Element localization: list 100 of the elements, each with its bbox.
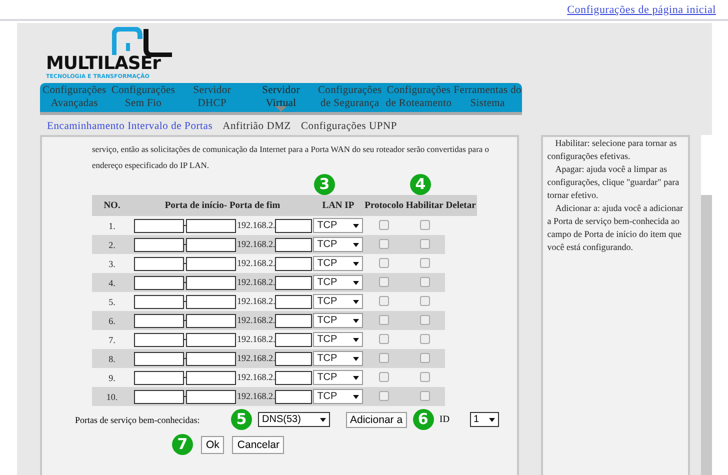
start-port-field[interactable] [134, 332, 184, 346]
enable-checkbox[interactable] [379, 352, 390, 362]
enable-checkbox[interactable] [379, 334, 390, 344]
nav-item[interactable]: Servidor DHCP [178, 83, 247, 115]
logo-icon [112, 27, 172, 57]
delete-checkbox[interactable] [420, 238, 430, 248]
nav-item[interactable]: Configurações de Segurança [315, 83, 384, 115]
end-port-field[interactable] [186, 370, 236, 384]
end-port-field[interactable] [186, 352, 236, 366]
row-number: 6. [92, 311, 132, 330]
ip-suffix-field[interactable] [275, 332, 312, 346]
row-number: 7. [92, 330, 132, 349]
ip-prefix: 192.168.2. [237, 296, 276, 306]
start-port-field[interactable] [134, 370, 184, 384]
nav-item[interactable]: Servidor Virtual [246, 83, 316, 115]
start-port-field[interactable] [134, 256, 184, 270]
column-header: NO. [92, 195, 132, 216]
add-button[interactable]: Adicionar a [346, 412, 407, 428]
start-port-field[interactable] [134, 352, 184, 366]
sub-tab[interactable]: Encaminhamento Intervalo de Portas [47, 121, 213, 132]
help-text: Habilitar: selecione para tornar as configurações efetivas. [547, 137, 678, 163]
protocol-select[interactable]: TCP [313, 389, 364, 404]
logo-wordmark: MULTILASEr [46, 55, 162, 73]
start-port-field[interactable] [134, 294, 184, 308]
help-text: Adicionar a: ajuda você a adicionar a Porta de serviço bem-conhecida ao campo de Porta de início do item que você está configurando. [547, 202, 684, 254]
ip-suffix-field[interactable] [275, 238, 312, 252]
column-header: LAN IP [312, 195, 364, 216]
delete-checkbox[interactable] [420, 314, 430, 324]
protocol-select[interactable]: TCP [313, 294, 364, 309]
ip-suffix-field[interactable] [275, 390, 312, 404]
ip-suffix-field[interactable] [275, 314, 312, 328]
enable-checkbox[interactable] [379, 258, 390, 268]
delete-checkbox[interactable] [420, 296, 430, 306]
enable-checkbox[interactable] [379, 372, 390, 382]
delete-checkbox[interactable] [420, 220, 430, 230]
enable-checkbox[interactable] [379, 276, 390, 286]
protocol-select[interactable]: TCP [313, 256, 364, 271]
row-number: 10. [92, 387, 132, 406]
nav-item[interactable]: Configurações de Roteamento [384, 83, 454, 115]
ip-suffix-field[interactable] [275, 370, 312, 384]
end-port-field[interactable] [186, 294, 236, 308]
scrollbar[interactable] [701, 135, 712, 475]
start-port-field[interactable] [134, 390, 184, 404]
well-known-label: Portas de serviço bem-conhecidas: [75, 414, 201, 424]
ip-suffix-field[interactable] [275, 218, 312, 232]
cancel-button[interactable]: Cancelar [232, 436, 284, 454]
protocol-select[interactable]: TCP [313, 332, 364, 347]
enable-checkbox[interactable] [379, 238, 390, 248]
ip-prefix: 192.168.2. [237, 314, 276, 325]
nav-item[interactable]: Configurações Avançadas [40, 83, 109, 115]
intro-text: serviço, então as solicitações de comunicação da Internet para a Porta WAN do seu roteador serão convertidas para o endereço especificado do IP LAN. [92, 143, 490, 172]
end-port-field[interactable] [186, 238, 236, 252]
id-select[interactable]: 1 [470, 412, 499, 427]
home-settings-link[interactable]: Configurações de página inicial [567, 4, 716, 16]
start-port-field[interactable] [134, 276, 184, 290]
row-number: 1. [92, 216, 132, 235]
end-port-field[interactable] [186, 218, 236, 232]
help-text: Apagar: ajuda você a limpar as configurações, clique "guardar" para tornar efetivo. [547, 163, 680, 202]
protocol-select[interactable]: TCP [313, 370, 364, 385]
ok-button[interactable]: Ok [201, 436, 224, 454]
end-port-field[interactable] [186, 314, 236, 328]
start-port-field[interactable] [134, 218, 184, 232]
sub-tab[interactable]: Anfitrião DMZ [222, 121, 291, 132]
protocol-select[interactable]: TCP [313, 218, 364, 233]
end-port-field[interactable] [186, 256, 236, 270]
start-port-field[interactable] [134, 238, 184, 252]
delete-checkbox[interactable] [420, 390, 430, 400]
row-number: 4. [92, 273, 132, 292]
step-badge: 5 [231, 409, 252, 430]
service-select[interactable]: DNS(53) [258, 412, 330, 427]
delete-checkbox[interactable] [420, 334, 430, 344]
protocol-select[interactable]: TCP [313, 313, 364, 328]
delete-checkbox[interactable] [420, 372, 430, 382]
ip-suffix-field[interactable] [275, 256, 312, 270]
protocol-select[interactable]: TCP [313, 351, 364, 366]
end-port-field[interactable] [186, 390, 236, 404]
delete-checkbox[interactable] [420, 352, 430, 362]
protocol-select[interactable]: TCP [313, 237, 364, 252]
ip-suffix-field[interactable] [275, 352, 312, 366]
column-header: Porta de início- Porta de fim [132, 195, 313, 216]
enable-checkbox[interactable] [379, 296, 390, 306]
protocol-select[interactable]: TCP [313, 275, 364, 290]
id-label: ID [440, 414, 451, 424]
delete-checkbox[interactable] [420, 276, 430, 286]
ip-suffix-field[interactable] [275, 294, 312, 308]
delete-checkbox[interactable] [420, 258, 430, 268]
start-port-field[interactable] [134, 314, 184, 328]
column-header: Habilitar [404, 195, 445, 216]
enable-checkbox[interactable] [379, 314, 390, 324]
end-port-field[interactable] [186, 332, 236, 346]
ip-suffix-field[interactable] [275, 276, 312, 290]
step-badge: 7 [172, 434, 193, 455]
enable-checkbox[interactable] [379, 220, 390, 230]
nav-item[interactable]: Ferramentas do Sistema [453, 83, 522, 115]
enable-checkbox[interactable] [379, 390, 390, 400]
sub-tab[interactable]: Configurações UPNP [300, 121, 398, 132]
row-number: 5. [92, 292, 132, 311]
end-port-field[interactable] [186, 276, 236, 290]
row-number: 8. [92, 349, 132, 368]
nav-item[interactable]: Configurações Sem Fio [108, 83, 178, 115]
